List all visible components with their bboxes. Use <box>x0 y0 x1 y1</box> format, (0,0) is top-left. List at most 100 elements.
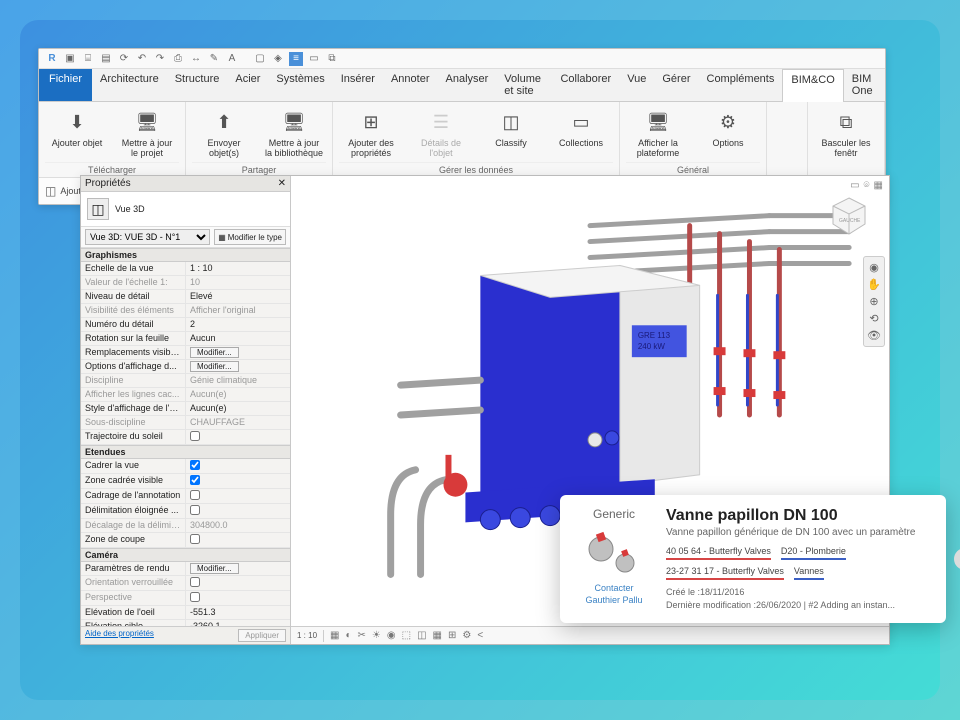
status-icon[interactable]: < <box>477 630 483 641</box>
tab-structure[interactable]: Structure <box>167 69 228 101</box>
property-row[interactable]: Délimitation éloignée ... <box>81 504 290 519</box>
property-row[interactable]: Options d'affichage d...Modifier... <box>81 360 290 374</box>
property-checkbox[interactable] <box>190 431 200 441</box>
classify-button[interactable]: ◫Classify <box>479 106 543 160</box>
property-row[interactable]: Visibilité des élémentsAfficher l'origin… <box>81 304 290 318</box>
property-row[interactable]: Numéro du détail2 <box>81 318 290 332</box>
modifier-button[interactable]: Modifier... <box>190 563 239 574</box>
modifier-button[interactable]: Modifier... <box>190 361 239 372</box>
property-row[interactable]: Décalage de la délimit...304800.0 <box>81 519 290 533</box>
vp-icon[interactable]: ▦ <box>874 180 883 191</box>
card-tag[interactable]: Vannes <box>794 566 824 580</box>
undo-icon[interactable]: ↶ <box>135 52 149 66</box>
redo-icon[interactable]: ↷ <box>153 52 167 66</box>
property-row[interactable]: Echelle de la vue1 : 10 <box>81 262 290 276</box>
view-cube[interactable]: GAUCHE <box>827 194 871 238</box>
vp-icon[interactable]: ▭ <box>850 180 859 191</box>
envoyer-objets-button[interactable]: ⬆Envoyer objet(s) <box>192 106 256 160</box>
status-icon[interactable]: ✂ <box>358 630 366 641</box>
edit-type-button[interactable]: ▦ Modifier le type <box>214 229 286 245</box>
ajouter-objet-button[interactable]: ⬇Ajouter objet <box>45 106 109 160</box>
measure-icon[interactable]: ↔ <box>189 52 203 66</box>
property-row[interactable]: Paramètres de renduModifier... <box>81 562 290 576</box>
property-checkbox[interactable] <box>190 490 200 500</box>
status-icon[interactable]: ⬚ <box>402 630 411 641</box>
contact-link[interactable]: Contacter Gauthier Pallu <box>574 583 654 606</box>
close-icon[interactable]: ✕ <box>278 178 286 189</box>
property-checkbox[interactable] <box>190 577 200 587</box>
property-row[interactable]: Cadrage de l'annotation <box>81 489 290 504</box>
modifier-button[interactable]: Modifier... <box>190 347 239 358</box>
save-icon[interactable]: ▤ <box>99 52 113 66</box>
property-row[interactable]: Valeur de l'échelle 1:10 <box>81 276 290 290</box>
status-icon[interactable]: ◐ <box>345 630 351 641</box>
tab-bimco[interactable]: BIM&CO <box>782 69 843 102</box>
tab-systmes[interactable]: Systèmes <box>268 69 332 101</box>
nav-look-icon[interactable]: 👁 <box>867 329 881 342</box>
property-row[interactable]: Sous-disciplineCHAUFFAGE <box>81 416 290 430</box>
status-icon[interactable]: ▦ <box>330 630 339 641</box>
card-tag[interactable]: 40 05 64 - Butterfly Valves <box>666 546 771 560</box>
property-checkbox[interactable] <box>190 534 200 544</box>
property-row[interactable]: Orientation verrouillée <box>81 576 290 591</box>
nav-pan-icon[interactable]: ✋ <box>867 278 881 291</box>
sync-icon[interactable]: ⟳ <box>117 52 131 66</box>
tab-bimone[interactable]: BIM One <box>844 69 885 101</box>
download-icon[interactable]: ☁ <box>954 548 960 570</box>
property-checkbox[interactable] <box>190 505 200 515</box>
type-selector[interactable]: ◫ Vue 3D <box>81 192 290 227</box>
open-icon[interactable]: ▣ <box>63 52 77 66</box>
print-icon[interactable]: ⎙ <box>171 52 185 66</box>
options-button[interactable]: ⚙Options <box>696 106 760 160</box>
window-icon[interactable]: ▭ <box>307 52 321 66</box>
property-checkbox[interactable] <box>190 592 200 602</box>
status-icon[interactable]: ⚙ <box>462 630 471 641</box>
property-checkbox[interactable] <box>190 475 200 485</box>
properties-help-link[interactable]: Aide des propriétés <box>85 629 154 642</box>
tab-annoter[interactable]: Annoter <box>383 69 438 101</box>
nav-zoom-icon[interactable]: ⊕ <box>869 295 878 308</box>
tab-fichier[interactable]: Fichier <box>39 69 92 101</box>
tab-complments[interactable]: Compléments <box>699 69 783 101</box>
status-icon[interactable]: ▦ <box>433 630 442 641</box>
tab-architecture[interactable]: Architecture <box>92 69 167 101</box>
property-row[interactable]: Niveau de détailElevé <box>81 290 290 304</box>
property-section[interactable]: Graphismes <box>81 248 290 262</box>
property-row[interactable]: Elévation de l'oeil-551.3 <box>81 606 290 620</box>
basculer-button[interactable]: ⧉Basculer les fenêtr <box>814 106 878 160</box>
card-tag[interactable]: 23-27 31 17 - Butterfly Valves <box>666 566 784 580</box>
tab-volumeetsite[interactable]: Volume et site <box>496 69 552 101</box>
tab-analyser[interactable]: Analyser <box>438 69 497 101</box>
tab-insrer[interactable]: Insérer <box>333 69 383 101</box>
property-section[interactable]: Caméra <box>81 548 290 562</box>
dropper-icon[interactable]: ✎ <box>207 52 221 66</box>
nav-wheel-icon[interactable]: ◉ <box>869 261 879 274</box>
property-row[interactable]: Afficher les lignes cac...Aucun(e) <box>81 388 290 402</box>
maj-biblio-button[interactable]: 🖥Mettre à jour la bibliothèque <box>262 106 326 160</box>
status-icon[interactable]: ☀ <box>372 630 381 641</box>
property-row[interactable]: Rotation sur la feuilleAucun <box>81 332 290 346</box>
property-row[interactable]: Zone de coupe <box>81 533 290 548</box>
property-row[interactable]: Remplacements visibil...Modifier... <box>81 346 290 360</box>
property-row[interactable]: Style d'affichage de l'a...Aucun(e) <box>81 402 290 416</box>
folder-icon[interactable]: ⌸ <box>81 52 95 66</box>
collections-button[interactable]: ▭Collections <box>549 106 613 160</box>
box-icon[interactable]: ▢ <box>253 52 267 66</box>
tab-collaborer[interactable]: Collaborer <box>552 69 619 101</box>
list-icon[interactable]: ≡ <box>289 52 303 66</box>
property-row[interactable]: Zone cadrée visible <box>81 474 290 489</box>
nav-orbit-icon[interactable]: ⟲ <box>869 312 878 325</box>
status-icon[interactable]: ◉ <box>387 630 396 641</box>
3d-icon[interactable]: ◈ <box>271 52 285 66</box>
copy-icon[interactable]: ⧉ <box>325 52 339 66</box>
apply-button[interactable]: Appliquer <box>238 629 286 642</box>
property-row[interactable]: Perspective <box>81 591 290 606</box>
text-icon[interactable]: A <box>225 52 239 66</box>
status-icon[interactable]: ◫ <box>417 630 426 641</box>
ajouter-props-button[interactable]: ⊞Ajouter des propriétés <box>339 106 403 160</box>
afficher-plateforme-button[interactable]: 🖥Afficher la plateforme <box>626 106 690 160</box>
tab-acier[interactable]: Acier <box>227 69 268 101</box>
property-row[interactable]: Trajectoire du soleil <box>81 430 290 445</box>
vp-icon[interactable]: ⌾ <box>864 180 870 191</box>
maj-projet-button[interactable]: 🖥Mettre à jour le projet <box>115 106 179 160</box>
